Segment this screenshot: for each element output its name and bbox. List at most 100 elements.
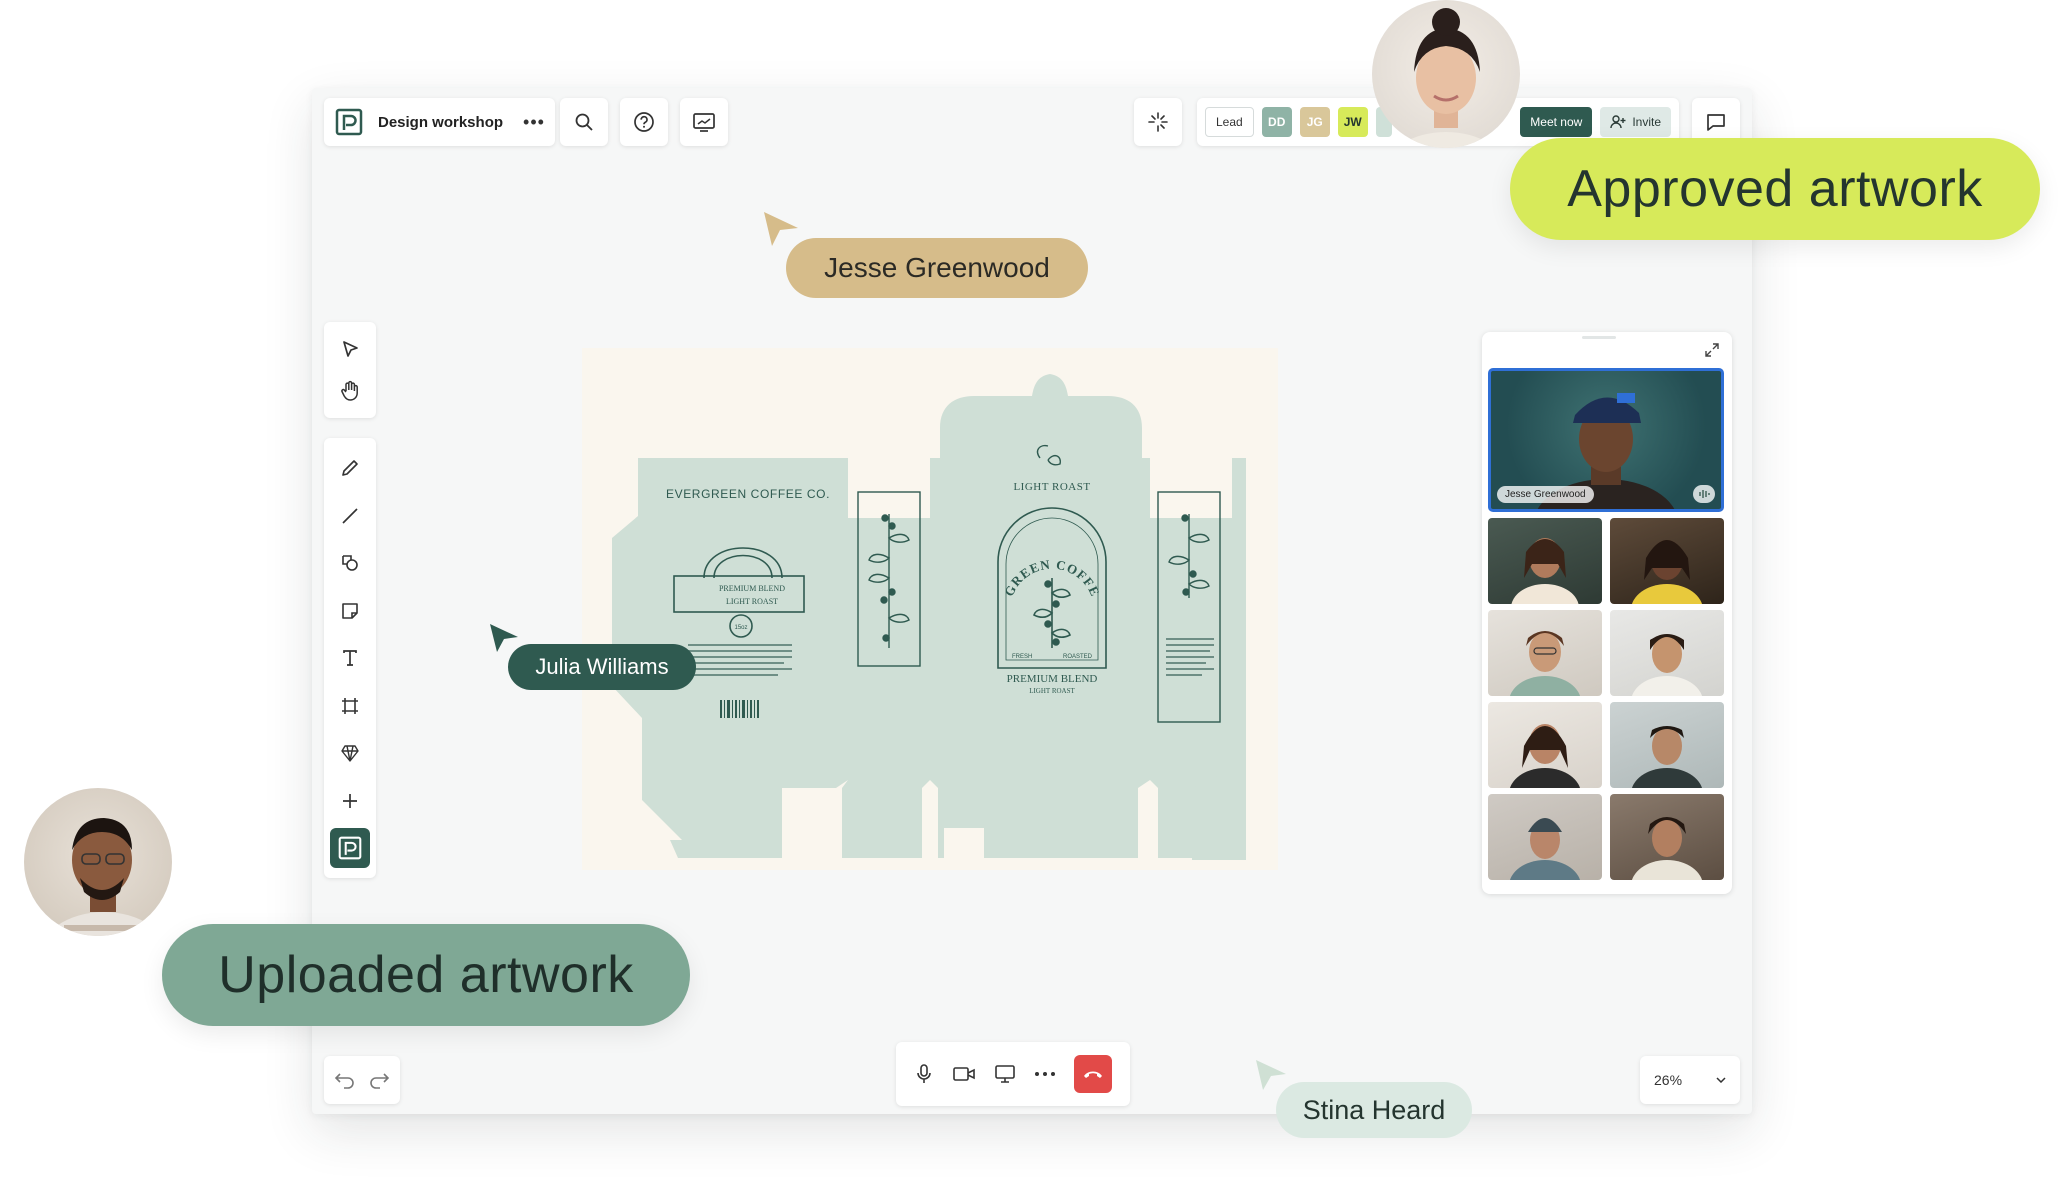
more-icon[interactable] (1034, 1071, 1056, 1077)
invite-label: Invite (1632, 115, 1661, 129)
approver-avatar (1372, 0, 1520, 148)
participant-tile-7[interactable] (1488, 794, 1602, 880)
text-tool[interactable] (330, 638, 370, 678)
coffee-box-dieline: EVERGREEN COFFEE CO. PREMIUM BLEND LIGHT… (582, 348, 1246, 860)
drag-handle[interactable] (1582, 336, 1616, 339)
sticky-note-tool[interactable] (330, 591, 370, 631)
active-speaker-tile[interactable]: Jesse Greenwood (1488, 368, 1724, 512)
roasted-label: ROASTED (1063, 654, 1093, 660)
video-call-panel: Jesse Greenwood (1482, 332, 1732, 894)
search-button[interactable] (560, 98, 608, 146)
share-screen-icon[interactable] (994, 1064, 1016, 1084)
select-tool[interactable] (330, 329, 370, 369)
panel-roast: LIGHT ROAST (1029, 687, 1075, 695)
meet-now-button[interactable]: Meet now (1520, 107, 1593, 137)
collaborator-initials-jw[interactable]: JW (1337, 107, 1368, 137)
badge-size: 15oz (734, 625, 747, 631)
brand-text: EVERGREEN COFFEE CO. (666, 487, 830, 501)
shapes-icon (342, 555, 358, 571)
cursor-label-jesse: Jesse Greenwood (786, 238, 1088, 298)
participant-tile-3[interactable] (1488, 610, 1602, 696)
invite-button[interactable]: Invite (1600, 107, 1671, 137)
ai-sparkle-button[interactable] (1134, 98, 1182, 146)
participant-video-1 (1511, 538, 1579, 604)
microphone-icon[interactable] (914, 1063, 934, 1085)
history-controls (324, 1056, 400, 1104)
search-icon (575, 113, 593, 131)
text-icon (343, 650, 357, 666)
collaborator-initials-jg[interactable]: JG (1299, 107, 1330, 137)
participant-video-5 (1509, 724, 1581, 788)
approved-artwork-callout: Approved artwork (1510, 138, 2040, 240)
fresh-label: FRESH (1012, 654, 1032, 660)
redo-icon[interactable] (368, 1071, 390, 1089)
templates-tool[interactable] (330, 733, 370, 773)
participant-video-2 (1631, 540, 1703, 604)
frame-tool[interactable] (330, 686, 370, 726)
participant-video-8 (1631, 817, 1703, 880)
participant-video-4 (1631, 634, 1703, 696)
apps-tool[interactable] (330, 828, 370, 868)
hand-icon (341, 380, 358, 401)
chevron-down-icon (1716, 1077, 1726, 1083)
participant-tile-4[interactable] (1610, 610, 1724, 696)
panel-blend: PREMIUM BLEND (1007, 673, 1098, 685)
undo-icon[interactable] (334, 1071, 356, 1089)
lead-button[interactable]: Lead (1205, 107, 1254, 137)
add-tool[interactable] (330, 781, 370, 821)
cursor-stina-icon (1256, 1060, 1286, 1090)
cursor-jesse-icon (764, 212, 798, 246)
drawing-tools (324, 438, 376, 878)
participant-tile-2[interactable] (1610, 518, 1724, 604)
presentation-button[interactable] (680, 98, 728, 146)
uploader-avatar (24, 788, 172, 936)
collaborator-initials-dd[interactable]: DD (1261, 107, 1292, 137)
uploaded-artwork-callout: Uploaded artwork (162, 924, 690, 1026)
cursor-label-julia: Julia Williams (508, 644, 696, 690)
approver-photo (1396, 8, 1496, 148)
end-call-button[interactable] (1074, 1055, 1112, 1093)
hand-tool[interactable] (330, 371, 370, 411)
cursor-label-stina: Stina Heard (1276, 1082, 1472, 1138)
app-logo-icon[interactable] (334, 107, 364, 137)
line-icon (342, 507, 358, 524)
badge-line1: PREMIUM BLEND (719, 584, 785, 593)
participant-video-7 (1509, 818, 1581, 880)
pointer-icon (343, 341, 358, 357)
frame-icon (342, 697, 358, 714)
participant-tile-8[interactable] (1610, 794, 1724, 880)
zoom-control[interactable]: 26% (1640, 1056, 1740, 1104)
sparkle-icon (1148, 112, 1168, 132)
diamond-icon (341, 745, 359, 762)
stage: Design workshop ••• Lead DD JG JW Meet n… (0, 0, 2064, 1200)
presentation-icon (693, 113, 715, 132)
hang-up-icon (1084, 1071, 1102, 1078)
sticky-note-icon (342, 602, 358, 619)
shape-tool[interactable] (330, 543, 370, 583)
pencil-icon (342, 460, 358, 476)
participant-tile-1[interactable] (1488, 518, 1602, 604)
expand-icon[interactable] (1704, 342, 1720, 358)
help-icon (634, 112, 654, 132)
plus-icon (343, 793, 357, 808)
add-user-icon (1610, 115, 1626, 129)
line-tool[interactable] (330, 496, 370, 536)
navigation-tools (324, 322, 376, 418)
participant-tile-6[interactable] (1610, 702, 1724, 788)
board-title[interactable]: Design workshop (378, 114, 503, 131)
artwork-canvas[interactable]: EVERGREEN COFFEE CO. PREMIUM BLEND LIGHT… (582, 348, 1278, 870)
speaking-indicator-icon (1693, 485, 1715, 503)
participant-video-6 (1631, 726, 1703, 788)
camera-icon[interactable] (952, 1064, 976, 1084)
more-options-icon[interactable]: ••• (523, 112, 545, 133)
roast-label: LIGHT ROAST (1013, 481, 1090, 493)
call-controls (896, 1042, 1130, 1106)
pen-tool[interactable] (330, 448, 370, 488)
app-logo-icon (338, 836, 362, 860)
participant-video-3 (1509, 631, 1581, 696)
help-button[interactable] (620, 98, 668, 146)
badge-line2: LIGHT ROAST (726, 597, 778, 606)
board-title-bar: Design workshop ••• (324, 98, 555, 146)
chat-icon (1707, 114, 1725, 131)
participant-tile-5[interactable] (1488, 702, 1602, 788)
